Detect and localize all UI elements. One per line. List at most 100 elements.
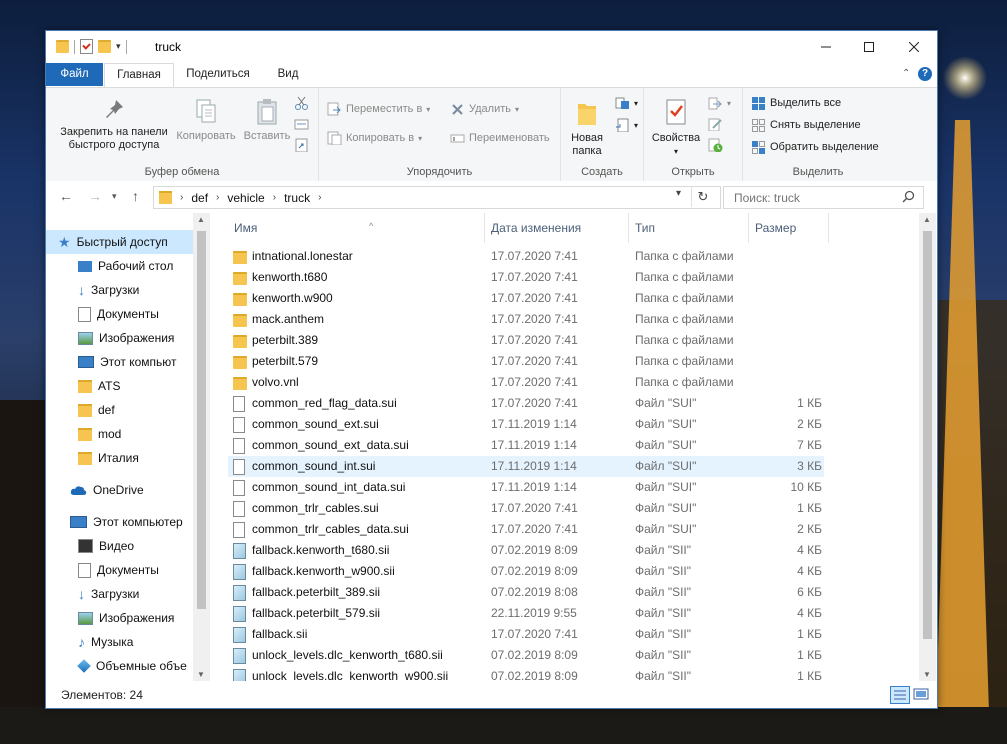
breadcrumb-chevron-icon[interactable]: › [216,192,219,203]
table-row[interactable]: volvo.vnl 17.07.2020 7:41 Папка с файлами [228,372,824,393]
nav-mod[interactable]: mod [46,422,210,446]
collapse-ribbon-chevron-icon[interactable]: ⌃ [902,68,910,79]
breadcrumb-vehicle[interactable]: vehicle [227,191,264,205]
tab-view[interactable]: Вид [266,63,310,86]
table-row[interactable]: unlock_levels.dlc_kenworth_t680.sii 07.02… [228,645,824,666]
new-item-button[interactable]: ▾ [615,96,638,110]
scroll-up-icon[interactable]: ▲ [923,215,931,224]
properties-icon[interactable] [80,39,93,54]
table-row[interactable]: unlock_levels.dlc_kenworth_w900.sii 07.02… [228,666,824,681]
table-row[interactable]: common_trlr_cables.sui 17.07.2020 7:41 Фай… [228,498,824,519]
invert-selection-button[interactable]: Обратить выделение [751,140,879,154]
search-box[interactable] [723,186,924,209]
column-header-date[interactable]: Дата изменения [485,213,629,243]
nav-3d-objects[interactable]: Объемные объе [46,654,210,678]
column-header-name[interactable]: ^ Имя [228,213,485,243]
column-header-size[interactable]: Размер [749,213,829,243]
back-arrow-icon[interactable]: ← [59,188,73,204]
help-icon[interactable]: ? [918,67,932,81]
table-row[interactable]: intnational.lonestar 17.07.2020 7:41 Папка… [228,246,824,267]
copy-button[interactable]: Копировать [174,98,238,143]
table-row[interactable]: fallback.peterbilt_579.sii 22.11.2019 9:5… [228,603,824,624]
table-row[interactable]: fallback.peterbilt_389.sii 07.02.2019 8:0… [228,582,824,603]
new-folder-icon[interactable] [98,40,111,53]
minimize-button[interactable] [803,31,849,62]
new-folder-button[interactable]: Новая папка [565,98,609,158]
breadcrumb-chevron-icon[interactable]: › [180,192,183,203]
nav-ats[interactable]: ATS [46,374,210,398]
table-row[interactable]: kenworth.w900 17.07.2020 7:41 Папка с файл… [228,288,824,309]
paste-button[interactable]: Вставить [238,98,296,143]
table-row[interactable]: peterbilt.389 17.07.2020 7:41 Папка с файл… [228,330,824,351]
breadcrumb-chevron-icon[interactable]: › [318,192,321,203]
column-header-type[interactable]: Тип [629,213,749,243]
nav-pictures[interactable]: Изображения 📌 [46,326,210,350]
nav-scrollbar[interactable]: ▲ ▼ [193,213,210,681]
breadcrumb-truck[interactable]: truck [284,191,310,205]
table-row[interactable]: common_sound_ext_data.sui 17.11.2019 1:14… [228,435,824,456]
address-history-chevron-icon[interactable]: ▾ [676,188,681,199]
easy-access-button[interactable]: ▾ [615,118,638,132]
table-row[interactable]: kenworth.t680 17.07.2020 7:41 Папка с файл… [228,267,824,288]
nav-italia[interactable]: Италия [46,446,210,470]
table-row[interactable]: fallback.kenworth_t680.sii 07.02.2019 8:0… [228,540,824,561]
file-list-scrollbar[interactable]: ▲ ▼ [919,213,936,681]
nav-this-pc-pinned[interactable]: Этот компьют 📌 [46,350,210,374]
customize-qat-chevron-icon[interactable]: ▾ [116,41,121,52]
cut-button[interactable] [294,96,309,110]
delete-button[interactable]: Удалить ▾ [450,102,519,116]
pin-quick-access-button[interactable]: Закрепить на панели быстрого доступа [52,98,176,152]
copy-to-button[interactable]: Копировать в ▾ [327,131,422,145]
table-row[interactable]: common_sound_int_data.sui 17.11.2019 1:14… [228,477,824,498]
tab-share[interactable]: Поделиться [178,63,258,86]
properties-button[interactable]: Свойства ▾ [648,98,704,158]
nav-pc-documents[interactable]: Документы [46,558,210,582]
nav-music[interactable]: ♪ Музыка [46,630,210,654]
scroll-down-icon[interactable]: ▼ [197,670,205,679]
nav-this-pc[interactable]: Этот компьютер [46,510,210,534]
table-row[interactable]: mack.anthem 17.07.2020 7:41 Папка с файлам… [228,309,824,330]
breadcrumb-def[interactable]: def [191,191,208,205]
scroll-up-icon[interactable]: ▲ [197,215,205,224]
select-none-button[interactable]: Снять выделение [751,118,861,132]
nav-downloads[interactable]: ↓ Загрузки 📌 [46,278,210,302]
edit-button[interactable] [708,117,723,131]
table-row[interactable]: common_trlr_cables_data.sui 17.07.2020 7:… [228,519,824,540]
nav-pc-downloads[interactable]: ↓ Загрузки [46,582,210,606]
select-all-button[interactable]: Выделить все [751,96,841,110]
table-row[interactable]: common_sound_ext.sui 17.11.2019 1:14 Файл … [228,414,824,435]
refresh-button[interactable]: ↻ [691,186,714,207]
breadcrumb-chevron-icon[interactable]: › [273,192,276,203]
nav-videos[interactable]: Видео [46,534,210,558]
large-icons-view-button[interactable] [912,686,932,704]
nav-scroll-thumb[interactable] [197,231,206,609]
scroll-down-icon[interactable]: ▼ [923,670,931,679]
search-input[interactable] [732,189,896,206]
nav-pc-pictures[interactable]: Изображения [46,606,210,630]
table-row[interactable]: common_red_flag_data.sui 17.07.2020 7:41 Ф… [228,393,824,414]
nav-desktop[interactable]: Рабочий стол 📌 [46,254,210,278]
copy-path-button[interactable] [294,117,309,131]
nav-documents[interactable]: Документы 📌 [46,302,210,326]
details-view-button[interactable] [890,686,910,704]
move-to-button[interactable]: Переместить в ▾ [327,102,430,116]
file-list-scroll-thumb[interactable] [923,231,932,639]
open-button[interactable]: ▾ [708,96,731,110]
table-row[interactable]: peterbilt.579 17.07.2020 7:41 Папка с файл… [228,351,824,372]
nav-quick-access[interactable]: ★ Быстрый доступ [46,230,205,254]
forward-arrow-icon[interactable]: → [88,188,102,204]
history-button[interactable] [708,138,723,152]
tab-home[interactable]: Главная [104,63,174,88]
rename-button[interactable]: Переименовать [450,131,550,145]
table-row[interactable]: common_sound_int.sui 17.11.2019 1:14 Файл … [228,456,824,477]
maximize-button[interactable] [846,31,892,62]
nav-def[interactable]: def [46,398,210,422]
table-row[interactable]: fallback.kenworth_w900.sii 07.02.2019 8:0… [228,561,824,582]
up-arrow-icon[interactable]: ↑ [132,188,139,204]
nav-onedrive[interactable]: OneDrive [46,478,210,502]
close-button[interactable] [891,31,937,62]
recent-locations-chevron-icon[interactable]: ▾ [112,191,117,202]
tab-file[interactable]: Файл [46,63,103,86]
address-bar[interactable]: › def › vehicle › truck › [153,186,721,209]
table-row[interactable]: fallback.sii 17.07.2020 7:41 Файл "SII" 1 К… [228,624,824,645]
